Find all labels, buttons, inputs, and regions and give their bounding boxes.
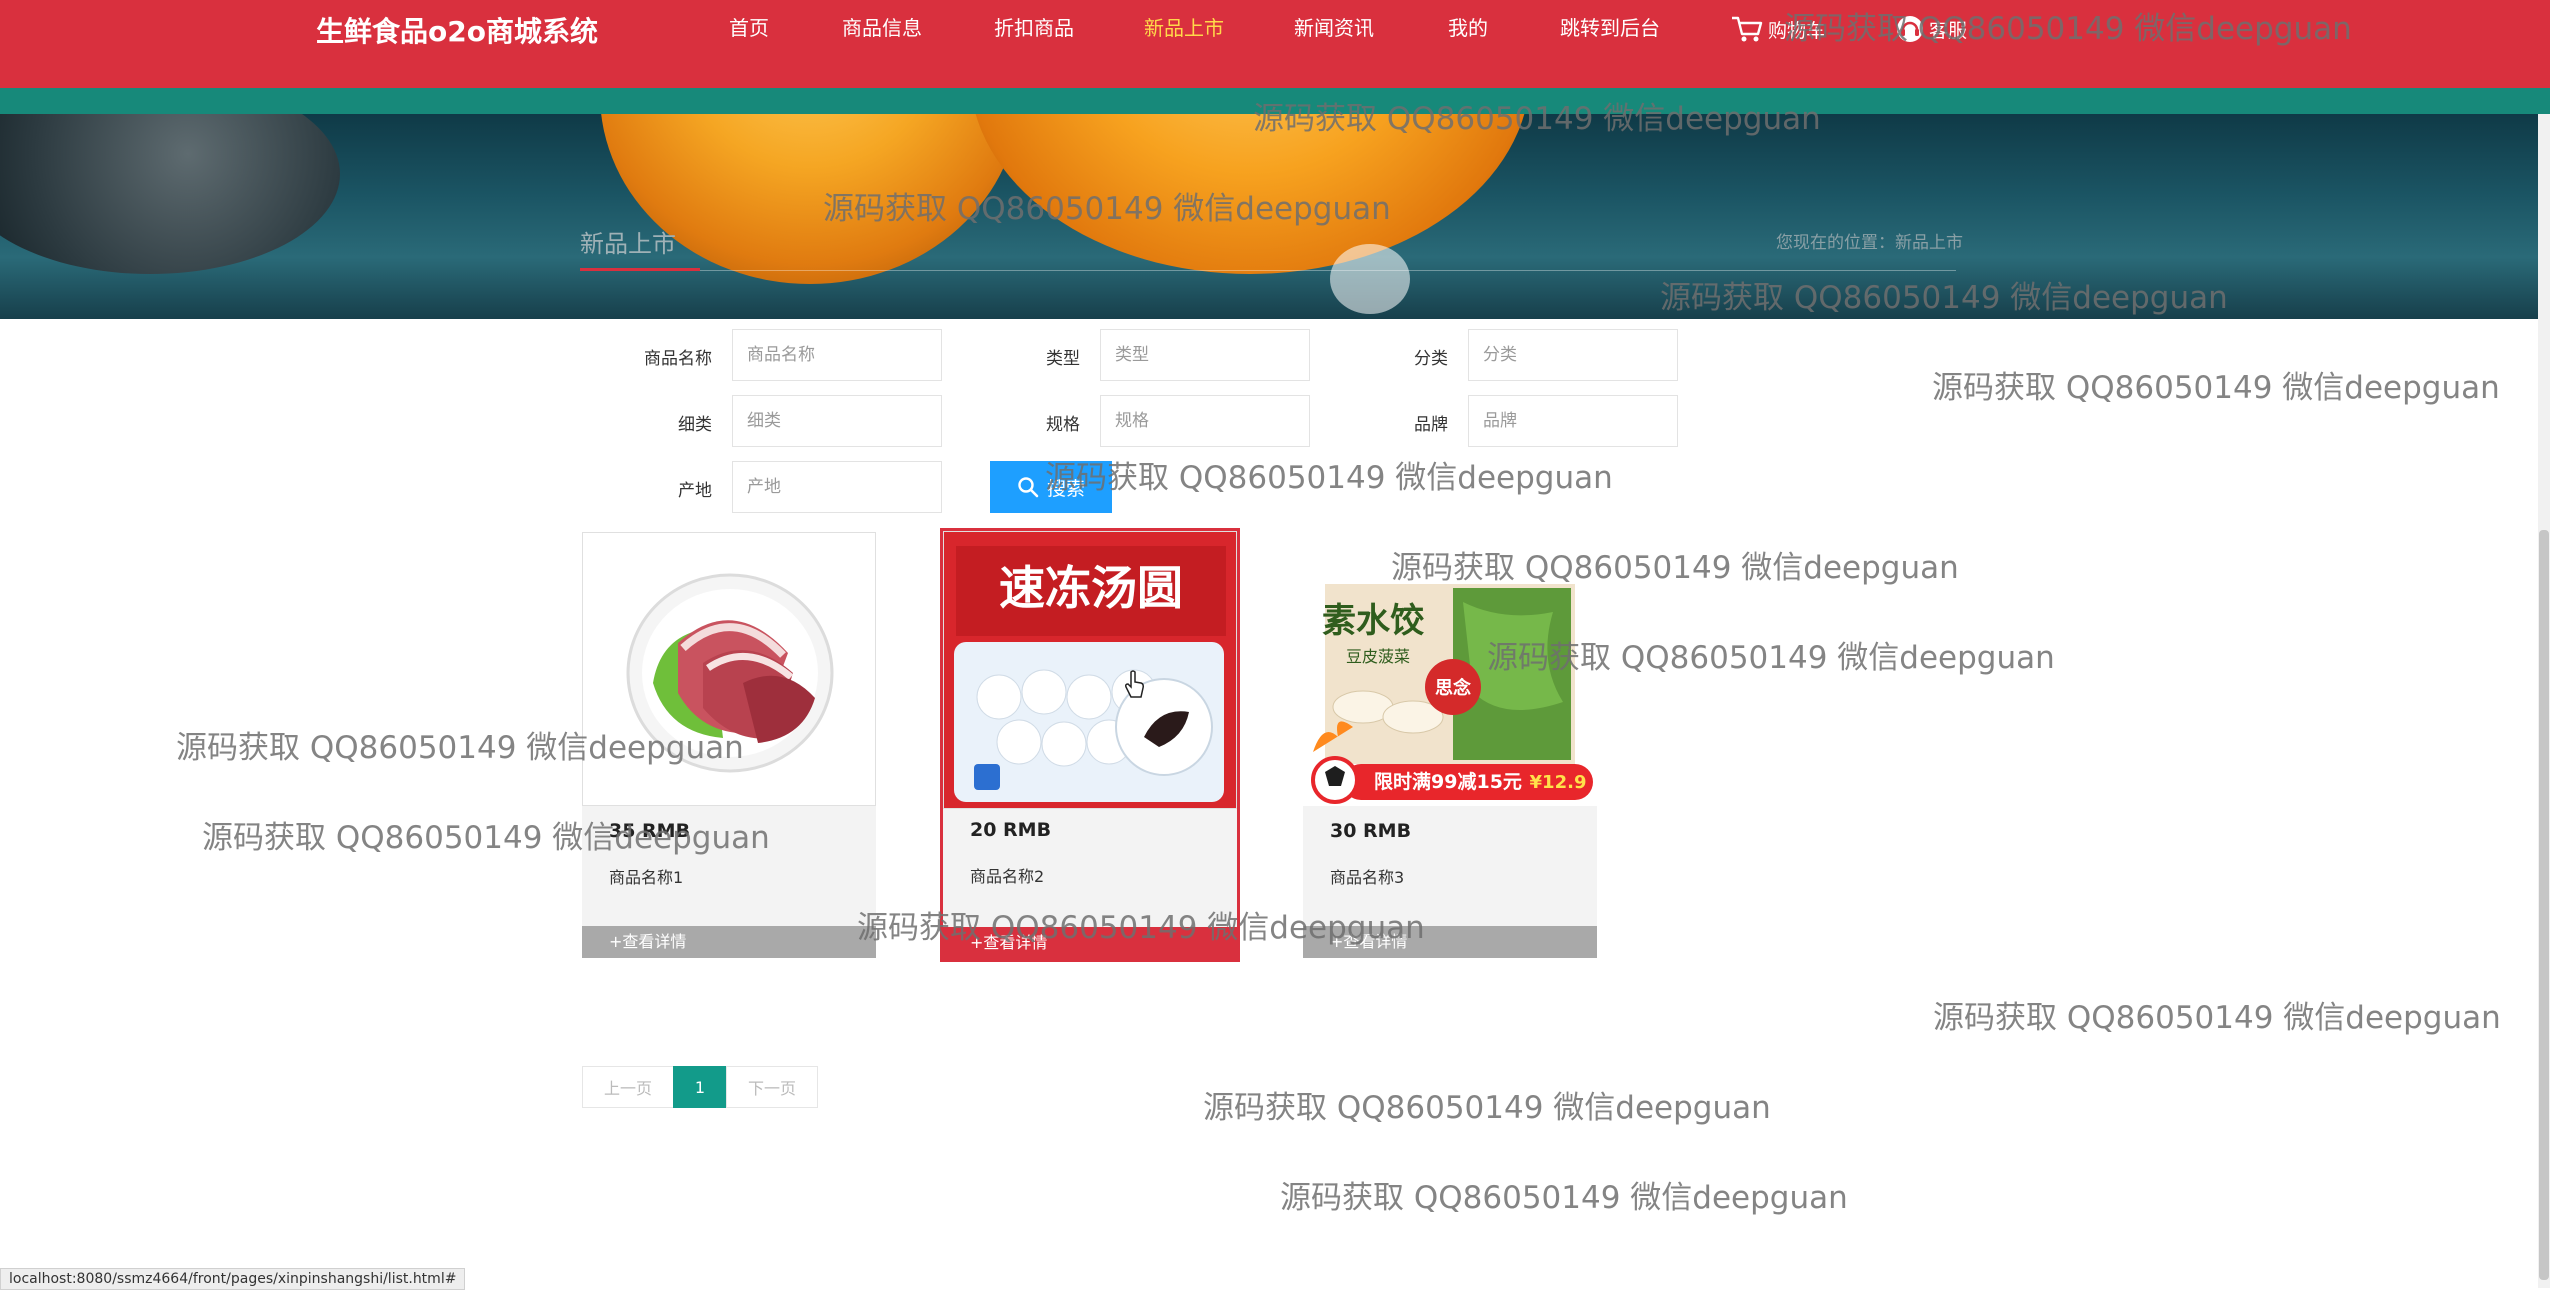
status-url: localhost:8080/ssmz4664/front/pages/xinp… — [0, 1268, 466, 1290]
field-label-type: 类型 — [1046, 349, 1080, 369]
headset-icon — [1897, 16, 1923, 42]
banner-orange-shape — [970, 114, 1530, 274]
field-label-name: 商品名称 — [644, 349, 712, 369]
nav-home[interactable]: 首页 — [729, 12, 769, 41]
product-card[interactable]: 素水饺 豆皮菠菜 思念 限时满99减15元 ¥12.9 30 RMB 商品名称3… — [1303, 532, 1597, 958]
watermark: 源码获取 QQ86050149 微信deepguan — [1280, 1180, 1848, 1216]
header-accent-strip — [0, 88, 2550, 114]
view-detail-link[interactable]: +查看详情 — [582, 926, 876, 958]
hand-cursor-icon — [1125, 670, 1144, 698]
site-logo[interactable]: 生鲜食品o2o商城系统 — [316, 10, 598, 50]
field-label-origin: 产地 — [678, 481, 712, 501]
promo-text: 限时满99减15元 — [1374, 770, 1522, 793]
origin-input[interactable] — [732, 461, 942, 513]
cart-label: 购物车 — [1768, 19, 1826, 42]
next-page-button[interactable]: 下一页 — [726, 1066, 818, 1108]
search-icon — [1018, 477, 1039, 498]
product-price: 20 RMB — [970, 819, 1052, 841]
product-image[interactable]: 素水饺 豆皮菠菜 思念 限时满99减15元 ¥12.9 — [1303, 532, 1597, 806]
scrollbar-thumb[interactable] — [2539, 530, 2549, 1280]
brand-badge-text: 思念 — [1435, 677, 1471, 699]
nav-service[interactable]: 客服 — [1895, 14, 1967, 44]
cart-icon — [1732, 16, 1763, 42]
brand-input[interactable] — [1468, 395, 1678, 447]
product-card[interactable]: 速冻汤圆 20 RMB 商品名称2 +查看详情 — [940, 528, 1240, 962]
product-name[interactable]: 商品名称1 — [609, 864, 683, 888]
tangyuan-package-image: 速冻汤圆 — [944, 532, 1236, 808]
watermark: 源码获取 QQ86050149 微信deepguan — [1045, 460, 1613, 496]
service-label: 客服 — [1929, 19, 1968, 42]
nav-news[interactable]: 新闻资讯 — [1294, 12, 1374, 41]
product-image[interactable] — [582, 532, 876, 806]
package-subtitle: 豆皮菠菜 — [1346, 647, 1410, 666]
meat-plate-image — [626, 573, 834, 773]
type-input[interactable] — [1100, 329, 1310, 381]
breadcrumb[interactable]: 您现在的位置：新品上市 — [1776, 228, 1963, 253]
nav-new-arrivals[interactable]: 新品上市 — [1144, 12, 1224, 41]
page-number-current[interactable]: 1 — [673, 1066, 727, 1108]
promo-price: ¥12.9 — [1530, 772, 1587, 793]
product-image[interactable]: 速冻汤圆 — [943, 531, 1237, 809]
product-card[interactable]: 35 RMB 商品名称1 +查看详情 — [582, 532, 876, 958]
spec-input[interactable] — [1100, 395, 1310, 447]
banner-splash-shape — [1330, 244, 1410, 314]
dumpling-package-image: 素水饺 豆皮菠菜 思念 限时满99减15元 ¥12.9 — [1303, 532, 1597, 806]
nav-admin[interactable]: 跳转到后台 — [1560, 12, 1660, 41]
watermark: 源码获取 QQ86050149 微信deepguan — [1933, 1000, 2501, 1036]
page-banner: 新品上市 您现在的位置：新品上市 — [0, 114, 2538, 319]
search-button[interactable]: 搜索 — [990, 461, 1112, 513]
top-header: 生鲜食品o2o商城系统 首页 商品信息 折扣商品 新品上市 新闻资讯 我的 跳转… — [0, 0, 2550, 88]
subcategory-input[interactable] — [732, 395, 942, 447]
title-divider — [580, 270, 1956, 271]
product-name[interactable]: 商品名称3 — [1330, 864, 1404, 888]
name-input[interactable] — [732, 329, 942, 381]
watermark: 源码获取 QQ86050149 微信deepguan — [1932, 370, 2500, 406]
category-input[interactable] — [1468, 329, 1678, 381]
view-detail-link[interactable]: +查看详情 — [943, 927, 1237, 959]
title-divider-accent — [580, 268, 700, 271]
prev-page-button[interactable]: 上一页 — [582, 1066, 674, 1108]
field-label-brand: 品牌 — [1414, 415, 1448, 435]
field-label-spec: 规格 — [1046, 415, 1080, 435]
product-price: 30 RMB — [1330, 820, 1412, 842]
banner-rock-shape — [0, 114, 340, 274]
nav-discount[interactable]: 折扣商品 — [994, 12, 1074, 41]
page-title: 新品上市 — [580, 230, 676, 258]
view-detail-link[interactable]: +查看详情 — [1303, 926, 1597, 958]
package-title: 速冻汤圆 — [999, 561, 1183, 615]
product-price: 35 RMB — [609, 820, 691, 842]
nav-products[interactable]: 商品信息 — [842, 12, 922, 41]
product-name[interactable]: 商品名称2 — [970, 863, 1044, 887]
package-title: 素水饺 — [1322, 601, 1424, 641]
nav-cart[interactable]: 购物车 — [1730, 14, 1825, 44]
field-label-subcategory: 细类 — [678, 415, 712, 435]
field-label-category: 分类 — [1414, 349, 1448, 369]
search-button-label: 搜索 — [1046, 477, 1085, 500]
watermark: 源码获取 QQ86050149 微信deepguan — [1203, 1090, 1771, 1126]
nav-mine[interactable]: 我的 — [1448, 12, 1488, 41]
